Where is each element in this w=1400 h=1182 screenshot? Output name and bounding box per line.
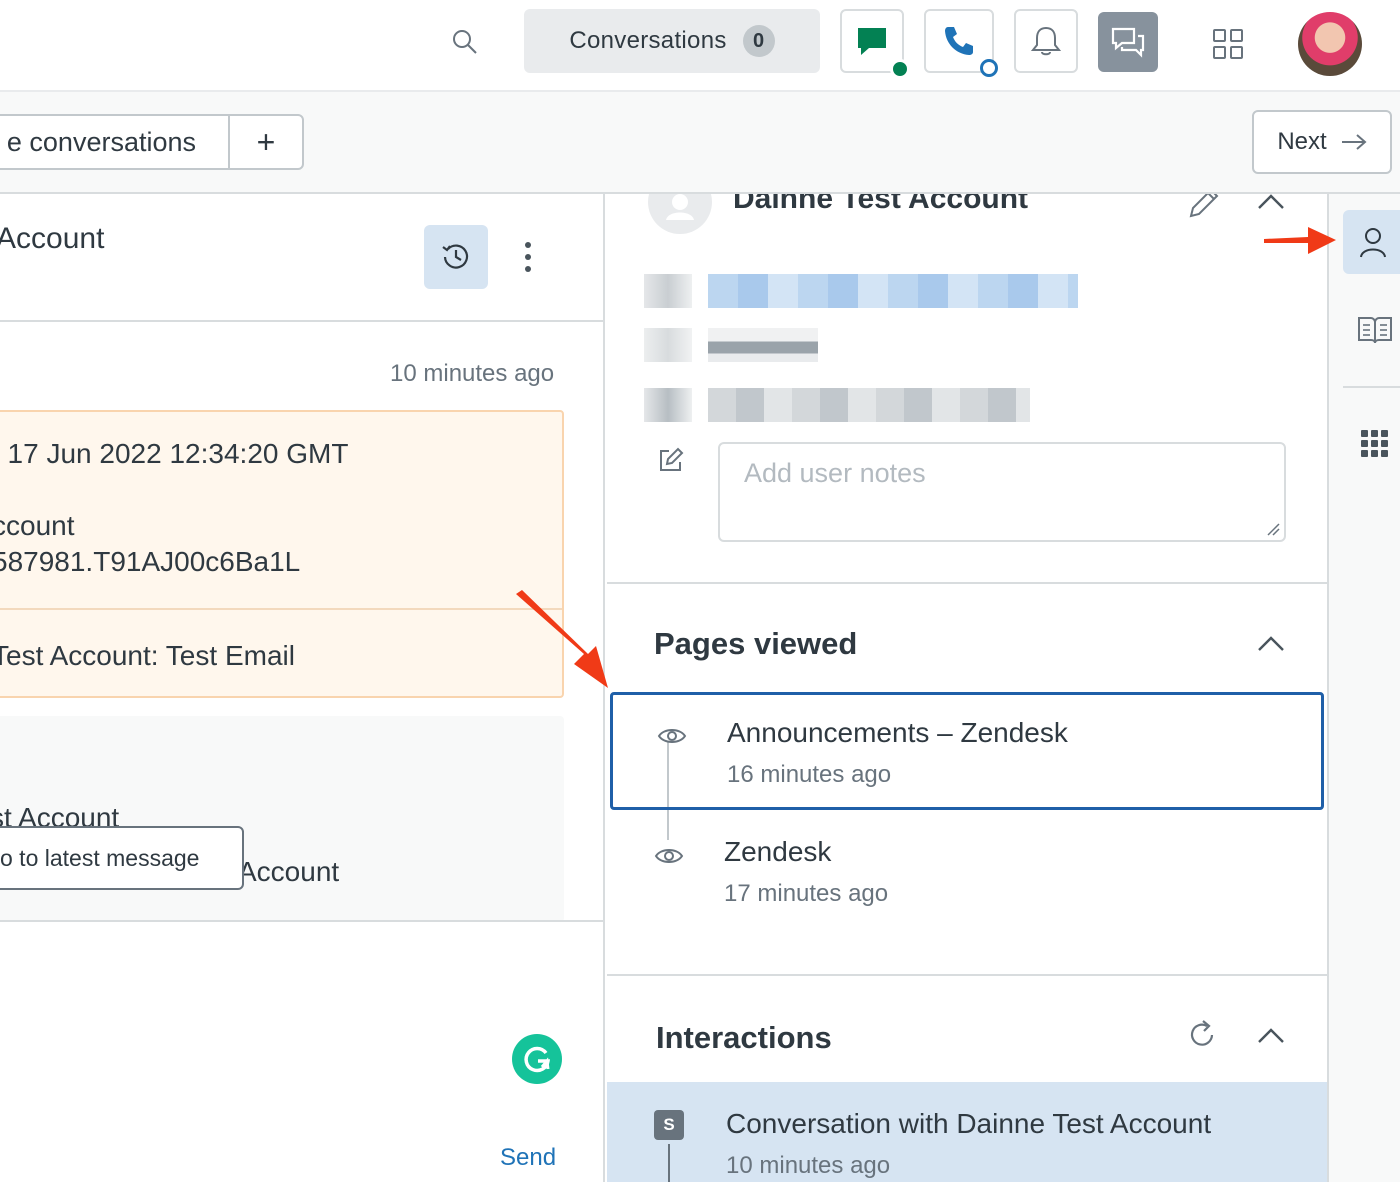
conversations-count-badge: 0 xyxy=(742,25,775,57)
user-notes-placeholder: Add user notes xyxy=(744,458,926,488)
redacted-location-row xyxy=(644,388,1034,422)
grammarly-button[interactable] xyxy=(512,1034,562,1084)
pencil-icon[interactable] xyxy=(1185,194,1221,222)
add-tab-button[interactable]: + xyxy=(230,116,302,168)
more-options-button[interactable] xyxy=(508,234,548,280)
bell-icon xyxy=(1030,26,1062,56)
timeline-connector xyxy=(668,1144,670,1182)
rail-customer-context[interactable] xyxy=(1343,210,1400,274)
chevron-up-icon[interactable] xyxy=(1255,1022,1287,1050)
message-date-line: , 17 Jun 2022 12:34:20 GMT xyxy=(0,438,349,469)
views-toolbar: e conversations + Next xyxy=(0,92,1400,194)
resize-handle-icon[interactable] xyxy=(1266,522,1280,536)
interaction-time: 10 minutes ago xyxy=(726,1152,891,1179)
conversation-panel: Account 10 minutes ago , 17 Jun 2022 12:… xyxy=(0,194,605,1182)
message-timestamp: 10 minutes ago xyxy=(390,360,555,387)
context-panel: Dainne Test Account Add user notes Pages… xyxy=(607,194,1327,1182)
user-icon xyxy=(1360,228,1386,258)
notes-edit-icon xyxy=(660,447,684,471)
book-icon xyxy=(1358,317,1392,344)
search-button[interactable] xyxy=(445,22,485,62)
chevron-up-icon[interactable] xyxy=(1255,194,1287,216)
send-button[interactable]: Send xyxy=(500,1144,556,1172)
section-divider xyxy=(607,974,1327,976)
top-bar: Conversations 0 xyxy=(0,0,1400,92)
page-viewed-item[interactable]: Announcements – Zendesk 16 minutes ago xyxy=(610,692,1324,810)
chat-button[interactable] xyxy=(1098,12,1158,72)
context-rail xyxy=(1327,194,1400,1182)
user-avatar xyxy=(648,194,712,234)
chevron-up-icon[interactable] xyxy=(1255,630,1287,658)
arrow-right-icon xyxy=(1341,134,1367,150)
agent-avatar[interactable] xyxy=(1298,12,1362,76)
message-subject-line: Test Account: Test Email xyxy=(0,640,295,671)
chat-bubble-icon xyxy=(858,28,886,55)
interaction-title: Conversation with Dainne Test Account xyxy=(726,1108,1212,1139)
page-time: 17 minutes ago xyxy=(724,880,889,907)
page-viewed-item[interactable]: Zendesk 17 minutes ago xyxy=(610,818,1324,936)
interaction-badge: S xyxy=(654,1110,684,1140)
composer-divider xyxy=(0,920,603,922)
messaging-status-button[interactable] xyxy=(840,9,910,79)
interactions-title: Interactions xyxy=(656,1020,832,1055)
online-status-dot xyxy=(890,59,910,79)
message-account-line: ccount xyxy=(0,510,75,541)
rail-apps[interactable] xyxy=(1343,412,1400,476)
eye-icon xyxy=(654,849,684,863)
page-time: 16 minutes ago xyxy=(727,761,892,788)
eye-icon xyxy=(657,729,687,743)
conversations-button[interactable]: Conversations 0 xyxy=(524,9,820,73)
message-card-secondary: st Account Account xyxy=(0,716,564,922)
refresh-icon[interactable] xyxy=(1185,1018,1219,1052)
page-title: Announcements – Zendesk xyxy=(727,717,1068,748)
history-icon xyxy=(442,244,469,269)
header-divider xyxy=(0,320,603,322)
dot-grid-icon xyxy=(1361,430,1388,457)
user-name: Dainne Test Account xyxy=(733,194,1029,215)
conversations-label: Conversations xyxy=(569,27,727,54)
rail-knowledge[interactable] xyxy=(1343,298,1400,362)
interaction-item[interactable]: S Conversation with Dainne Test Account … xyxy=(607,1082,1327,1182)
next-label: Next xyxy=(1277,128,1327,155)
redacted-email-row xyxy=(644,274,1084,308)
phone-status-indicator xyxy=(980,59,998,77)
apps-button[interactable] xyxy=(1206,22,1250,66)
apps-grid-icon xyxy=(1213,29,1243,59)
message-card-divider xyxy=(0,608,562,610)
conversation-tabs: e conversations + xyxy=(0,114,304,170)
user-notes-field[interactable]: Add user notes xyxy=(718,442,1286,542)
notifications-button[interactable] xyxy=(1014,9,1078,73)
next-button[interactable]: Next xyxy=(1252,110,1392,174)
chat-icon xyxy=(1111,27,1145,58)
jump-to-latest-button[interactable]: o to latest message xyxy=(0,826,244,890)
history-button[interactable] xyxy=(424,225,488,289)
phone-icon xyxy=(945,27,973,55)
message-secondary-line2: Account xyxy=(238,856,340,887)
phone-status-button[interactable] xyxy=(924,9,998,77)
search-icon xyxy=(453,30,477,54)
message-card: , 17 Jun 2022 12:34:20 GMT ccount 587981… xyxy=(0,410,564,698)
redacted-phone-row xyxy=(644,328,824,362)
message-id-line: 587981.T91AJ00c6Ba1L xyxy=(0,546,301,577)
rail-divider xyxy=(1343,386,1400,388)
conversation-title: Account xyxy=(0,222,105,255)
tab-conversations[interactable]: e conversations xyxy=(0,116,230,168)
more-vertical-icon xyxy=(525,242,531,272)
grammarly-icon xyxy=(524,1046,551,1073)
section-divider xyxy=(607,582,1327,584)
page-title: Zendesk xyxy=(724,836,832,867)
user-silhouette-icon xyxy=(666,194,694,220)
pages-viewed-title: Pages viewed xyxy=(654,626,858,661)
